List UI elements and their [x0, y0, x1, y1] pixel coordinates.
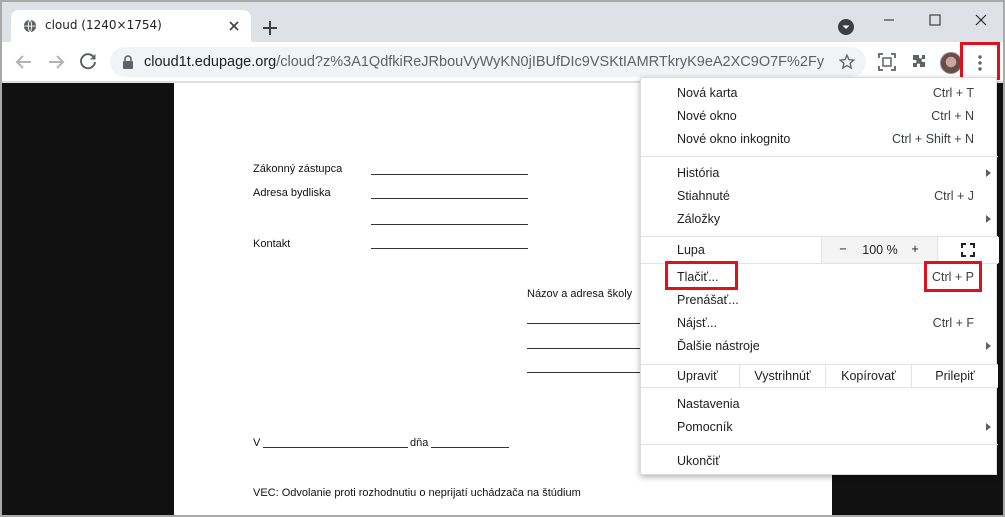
- label-dna: dňa: [410, 437, 429, 449]
- copy-button[interactable]: Kopírovať: [825, 365, 911, 387]
- menu-label: Prenášať...: [677, 293, 739, 307]
- field-line: [263, 447, 408, 448]
- url-text: cloud1t.edupage.org/cloud?z%3A1QdfkiReJR…: [144, 54, 824, 70]
- menu-label: História: [677, 166, 720, 180]
- label-nazov-skoly: Názov a adresa školy: [527, 288, 633, 300]
- fullscreen-icon: [961, 243, 975, 257]
- label-kontakt: Kontakt: [253, 238, 291, 250]
- field-line: [371, 198, 528, 199]
- profile-dropdown-icon[interactable]: [837, 18, 855, 36]
- submenu-arrow-icon: [986, 215, 991, 223]
- plus-icon[interactable]: [260, 18, 280, 38]
- cut-button[interactable]: Vystrihnúť: [739, 365, 825, 387]
- label-adresa-bydliska: Adresa bydliska: [253, 187, 331, 199]
- menu-shortcut: Ctrl + T: [932, 86, 974, 100]
- menu-label: Nové okno inkognito: [677, 132, 791, 146]
- browser-window: cloud (1240×1754) cloud1t.edupage.org/cl…: [0, 0, 1005, 517]
- maximize-button[interactable]: [913, 6, 959, 34]
- kebab-menu-icon: [978, 55, 982, 71]
- menu-item-help[interactable]: Pomocník: [641, 416, 998, 439]
- menu-label: Nové okno: [677, 109, 737, 123]
- shortcut-highlight-box: [924, 261, 982, 292]
- field-line: [371, 224, 528, 225]
- lock-icon[interactable]: [122, 55, 134, 69]
- zoom-in-button[interactable]: +: [908, 242, 922, 256]
- field-line: [527, 323, 647, 324]
- menu-item-bookmarks[interactable]: Záložky: [641, 208, 998, 231]
- submenu-arrow-icon: [986, 169, 991, 177]
- menu-label: Ukončiť: [677, 454, 720, 468]
- tab-strip: cloud (1240×1754): [2, 2, 1003, 42]
- browser-tab[interactable]: cloud (1240×1754): [11, 10, 251, 42]
- field-line: [431, 447, 509, 448]
- menu-separator: [641, 444, 998, 445]
- menu-label: Ďalšie nástroje: [677, 339, 760, 353]
- kebab-menu-button[interactable]: [960, 42, 1000, 80]
- menu-label: Nastavenia: [677, 397, 740, 411]
- zoom-level: 100 %: [862, 243, 898, 257]
- minimize-icon: [884, 19, 894, 21]
- menu-item-find[interactable]: Nájsť... Ctrl + F: [641, 312, 998, 335]
- avatar[interactable]: [940, 52, 962, 74]
- minimize-button[interactable]: [867, 6, 913, 34]
- field-line: [527, 348, 647, 349]
- label-vec: VEC: Odvolanie proti rozhodnutiu o nepri…: [253, 487, 581, 499]
- url-host: cloud1t.edupage.org: [144, 54, 277, 70]
- menu-item-edit: Upraviť Vystrihnúť Kopírovať Prilepiť: [641, 365, 998, 387]
- menu-shortcut: Ctrl + N: [931, 109, 974, 123]
- reload-icon[interactable]: [76, 50, 100, 74]
- menu-item-new-tab[interactable]: Nová karta Ctrl + T: [641, 82, 998, 105]
- field-line: [371, 174, 528, 175]
- back-icon[interactable]: [12, 50, 36, 74]
- extensions-icon[interactable]: [909, 52, 929, 72]
- toolbar: cloud1t.edupage.org/cloud?z%3A1QdfkiReJR…: [2, 42, 1003, 82]
- menu-shortcut: Ctrl + Shift + N: [892, 132, 974, 146]
- menu-label: Nájsť...: [677, 316, 718, 330]
- forward-icon[interactable]: [44, 50, 68, 74]
- menu-label: Lupa: [677, 243, 705, 257]
- menu-shortcut: Ctrl + F: [932, 316, 974, 330]
- menu-label: Upraviť: [677, 369, 718, 383]
- maximize-icon: [929, 14, 941, 26]
- label-v: V: [253, 437, 261, 449]
- menu-item-incognito[interactable]: Nové okno inkognito Ctrl + Shift + N: [641, 128, 998, 151]
- menu-item-more-tools[interactable]: Ďalšie nástroje: [641, 335, 998, 358]
- browser-menu: Nová karta Ctrl + T Nové okno Ctrl + N N…: [640, 77, 999, 475]
- address-bar[interactable]: cloud1t.edupage.org/cloud?z%3A1QdfkiReJR…: [110, 47, 866, 77]
- menu-item-cast[interactable]: Prenášať...: [641, 289, 998, 312]
- star-icon[interactable]: [838, 53, 856, 71]
- field-line: [527, 372, 647, 373]
- field-line: [371, 248, 528, 249]
- window-close-button[interactable]: [959, 6, 1003, 34]
- zoom-out-button[interactable]: −: [836, 242, 850, 256]
- menu-label: Pomocník: [677, 420, 733, 434]
- menu-separator: [641, 387, 998, 388]
- zoom-control: − 100 % +: [821, 237, 999, 263]
- menu-label: Stiahnuté: [677, 189, 730, 203]
- window-close-icon: [975, 14, 987, 26]
- label-zakonny-zastupca: Zákonný zástupca: [253, 163, 343, 175]
- menu-separator: [641, 156, 998, 157]
- menu-shortcut: Ctrl + J: [934, 189, 974, 203]
- print-highlight-box: [665, 261, 738, 290]
- menu-label: Záložky: [677, 212, 721, 226]
- tab-title: cloud (1240×1754): [45, 18, 162, 32]
- submenu-arrow-icon: [986, 342, 991, 350]
- url-path: /cloud?z%3A1QdfkiReJRbouVyWyKN0jIBUfDIc9…: [276, 54, 824, 70]
- menu-item-exit[interactable]: Ukončiť: [641, 450, 998, 473]
- fullscreen-button[interactable]: [937, 237, 999, 263]
- paste-button[interactable]: Prilepiť: [911, 365, 998, 387]
- submenu-arrow-icon: [986, 423, 991, 431]
- menu-item-new-window[interactable]: Nové okno Ctrl + N: [641, 105, 998, 128]
- globe-icon: [23, 19, 37, 33]
- close-icon[interactable]: [227, 19, 241, 33]
- menu-item-downloads[interactable]: Stiahnuté Ctrl + J: [641, 185, 998, 208]
- menu-item-settings[interactable]: Nastavenia: [641, 393, 998, 416]
- screenshot-icon[interactable]: [877, 52, 897, 72]
- menu-item-zoom: Lupa − 100 % +: [641, 237, 999, 263]
- menu-item-history[interactable]: História: [641, 162, 998, 185]
- menu-label: Nová karta: [677, 86, 738, 100]
